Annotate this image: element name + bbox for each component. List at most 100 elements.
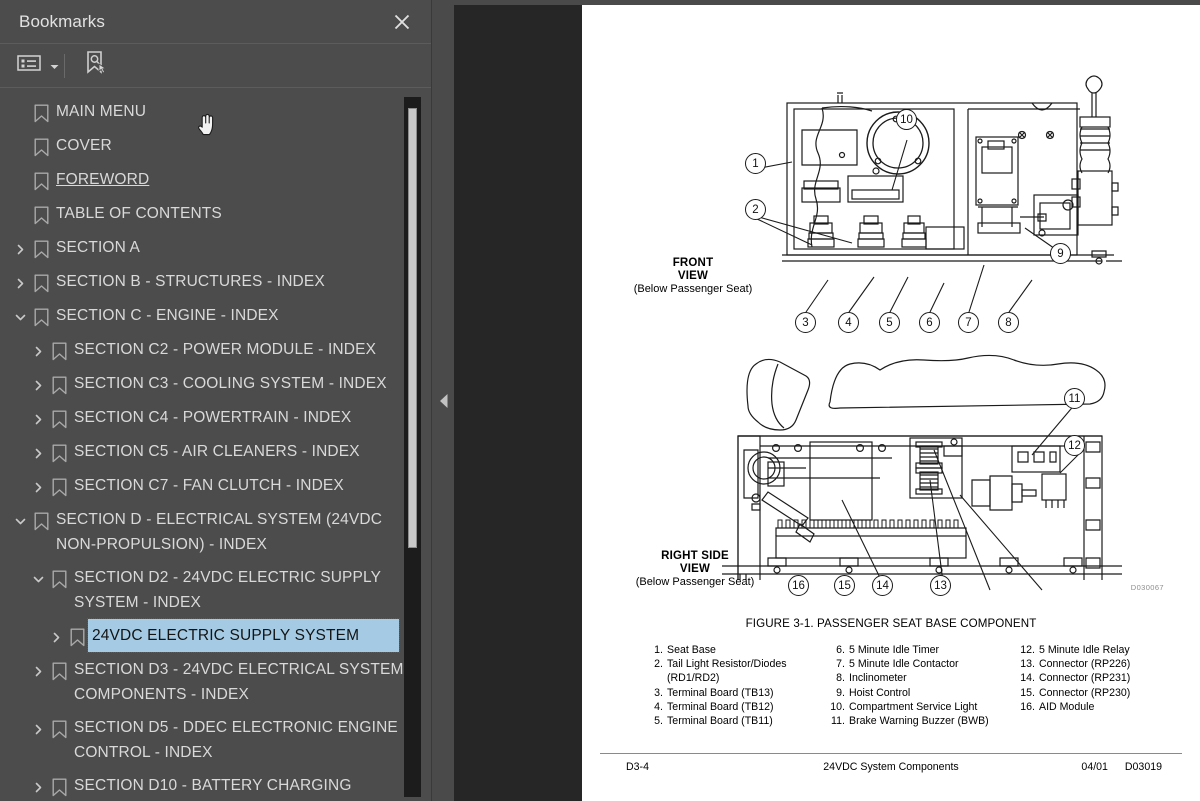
panel-title: Bookmarks xyxy=(19,12,105,31)
callout-9: 9 xyxy=(1050,243,1071,264)
chevron-right-icon[interactable] xyxy=(10,271,30,295)
parts-list: 1. Seat Base 2. Tail Light Resistor/Diodes(… xyxy=(644,643,1156,728)
bookmarks-scrollbar-thumb[interactable] xyxy=(408,108,417,548)
bookmark-label: SECTION D3 - 24VDC ELECTRICAL SYSTEM COM… xyxy=(74,661,404,703)
callout-12: 12 xyxy=(1064,435,1085,456)
bookmark-icon xyxy=(48,407,70,431)
bookmark-icon xyxy=(30,203,52,227)
bookmark-item[interactable]: SECTION C2 - POWER MODULE - INDEX xyxy=(0,333,411,367)
bookmark-icon xyxy=(30,169,52,193)
bookmark-icon xyxy=(48,775,70,799)
bookmark-item[interactable]: SECTION D - ELECTRICAL SYSTEM (24VDC NON… xyxy=(0,503,411,561)
bookmark-item[interactable]: 24VDC ELECTRIC SUPPLY SYSTEM xyxy=(0,618,411,653)
part-item: 7. 5 Minute Idle Contactor xyxy=(826,657,1016,671)
callout-13: 13 xyxy=(930,575,951,596)
bookmark-label: SECTION A xyxy=(56,239,141,256)
collapse-left-icon[interactable] xyxy=(437,392,451,410)
bookmark-label: SECTION D10 - BATTERY CHARGING ALTERNATO… xyxy=(74,777,352,794)
part-text: 5 Minute Idle Relay xyxy=(1039,644,1130,656)
bookmark-tree-viewport: MAIN MENU COVER FOREWORD TABLE OF CONTENTS S… xyxy=(0,89,431,801)
bookmark-label: SECTION C4 - POWERTRAIN - INDEX xyxy=(74,409,352,426)
chevron-right-icon[interactable] xyxy=(28,659,48,683)
part-text: 5 Minute Idle Timer xyxy=(849,644,940,656)
bookmark-item[interactable]: MAIN MENU xyxy=(0,95,411,129)
find-bookmark-button[interactable] xyxy=(79,51,113,80)
bookmarks-toolbar xyxy=(0,44,431,88)
chevron-right-icon[interactable] xyxy=(10,237,30,261)
part-text: Hoist Control xyxy=(849,686,911,699)
callout-8: 8 xyxy=(998,312,1019,333)
part-text: AID Module xyxy=(1039,700,1095,713)
chevron-right-icon[interactable] xyxy=(46,625,66,649)
chevron-right-icon[interactable] xyxy=(28,717,48,741)
bookmark-item[interactable]: SECTION A xyxy=(0,231,411,265)
document-viewer: 1 2 3 4 5 6 7 8 9 10 FRONT VIEW (Below P… xyxy=(454,0,1200,801)
bookmark-item[interactable]: COVER xyxy=(0,129,411,163)
front-view-label-line1: FRONT xyxy=(672,257,714,269)
bookmarks-scrollbar[interactable] xyxy=(404,97,421,797)
part-item: 6. 5 Minute Idle Timer xyxy=(826,643,1016,657)
close-icon[interactable] xyxy=(391,11,413,33)
toolbar-divider xyxy=(64,53,65,78)
bookmark-item[interactable]: SECTION D5 - DDEC ELECTRONIC ENGINE CONT… xyxy=(0,711,411,769)
bookmark-label: MAIN MENU xyxy=(56,103,147,120)
callout-10: 10 xyxy=(896,109,917,130)
part-item: 1. Seat Base xyxy=(644,643,826,657)
bookmark-label: SECTION C7 - FAN CLUTCH - INDEX xyxy=(74,477,344,494)
chevron-right-icon[interactable] xyxy=(28,441,48,465)
bookmark-item[interactable]: SECTION C5 - AIR CLEANERS - INDEX xyxy=(0,435,411,469)
bookmark-item[interactable]: SECTION D3 - 24VDC ELECTRICAL SYSTEM COM… xyxy=(0,653,411,711)
bookmark-item[interactable]: FOREWORD xyxy=(0,163,411,197)
bookmark-label: SECTION D2 - 24VDC ELECTRIC SUPPLY SYSTE… xyxy=(74,569,382,611)
front-view-leaders xyxy=(754,139,1062,313)
callout-1: 1 xyxy=(745,153,766,174)
part-item: 14. Connector (RP231) xyxy=(1016,671,1156,685)
bookmark-label: SECTION D - ELECTRICAL SYSTEM (24VDC NON… xyxy=(56,511,383,553)
chevron-right-icon[interactable] xyxy=(28,475,48,499)
callout-14: 14 xyxy=(872,575,893,596)
bookmark-icon xyxy=(30,101,52,125)
bookmark-icon xyxy=(48,441,70,465)
chevron-down-icon[interactable] xyxy=(10,509,30,533)
callout-16: 16 xyxy=(788,575,809,596)
bookmark-icon xyxy=(48,475,70,499)
bookmark-options-button[interactable] xyxy=(17,52,59,80)
bookmark-item[interactable]: SECTION C4 - POWERTRAIN - INDEX xyxy=(0,401,411,435)
bookmark-label: SECTION C5 - AIR CLEANERS - INDEX xyxy=(74,443,360,460)
chevron-down-icon xyxy=(50,57,59,75)
bookmark-item[interactable]: SECTION C7 - FAN CLUTCH - INDEX xyxy=(0,469,411,503)
front-view-label-line2: VIEW xyxy=(677,270,709,282)
part-number: 2. xyxy=(654,658,663,671)
bookmark-icon xyxy=(66,625,88,649)
bookmark-label: SECTION C2 - POWER MODULE - INDEX xyxy=(74,341,377,358)
part-item: 11. Brake Warning Buzzer (BWB) xyxy=(826,714,1016,728)
bookmark-item[interactable]: SECTION B - STRUCTURES - INDEX xyxy=(0,265,411,299)
right-side-view-label-sub: (Below Passenger Seat) xyxy=(635,576,755,588)
part-text: Terminal Board (TB12) xyxy=(667,700,774,713)
chevron-right-icon[interactable] xyxy=(28,407,48,431)
footer-rule xyxy=(600,753,1182,754)
callout-15: 15 xyxy=(834,575,855,596)
drawing-id: D030067 xyxy=(1130,583,1164,592)
part-text: Inclinometer xyxy=(849,672,907,685)
chevron-right-icon[interactable] xyxy=(28,775,48,799)
chevron-right-icon[interactable] xyxy=(28,339,48,363)
bookmark-item[interactable]: SECTION D10 - BATTERY CHARGING ALTERNATO… xyxy=(0,769,411,801)
bookmark-icon xyxy=(48,659,70,683)
chevron-down-icon[interactable] xyxy=(28,567,48,591)
bookmark-icon xyxy=(30,305,52,329)
bookmark-item[interactable]: SECTION C - ENGINE - INDEX xyxy=(0,299,411,333)
bookmark-icon xyxy=(48,567,70,591)
part-text: Brake Warning Buzzer (BWB) xyxy=(849,715,989,728)
footer-doc-code: D03019 xyxy=(1124,761,1162,773)
chevron-down-icon[interactable] xyxy=(10,305,30,329)
bookmark-label: 24VDC ELECTRIC SUPPLY SYSTEM xyxy=(87,618,400,653)
chevron-right-icon[interactable] xyxy=(28,373,48,397)
pdf-reader-window: Bookmarks MAIN MENU COVER FOREWORD TABLE… xyxy=(0,0,1200,801)
bookmark-item[interactable]: SECTION D2 - 24VDC ELECTRIC SUPPLY SYSTE… xyxy=(0,561,411,619)
bookmark-item[interactable]: SECTION C3 - COOLING SYSTEM - INDEX xyxy=(0,367,411,401)
right-side-view-label-line1: RIGHT SIDE xyxy=(661,550,729,562)
part-number: 14. xyxy=(1020,672,1035,685)
bookmarks-panel: Bookmarks MAIN MENU COVER FOREWORD TABLE… xyxy=(0,0,432,801)
bookmark-item[interactable]: TABLE OF CONTENTS xyxy=(0,197,411,231)
